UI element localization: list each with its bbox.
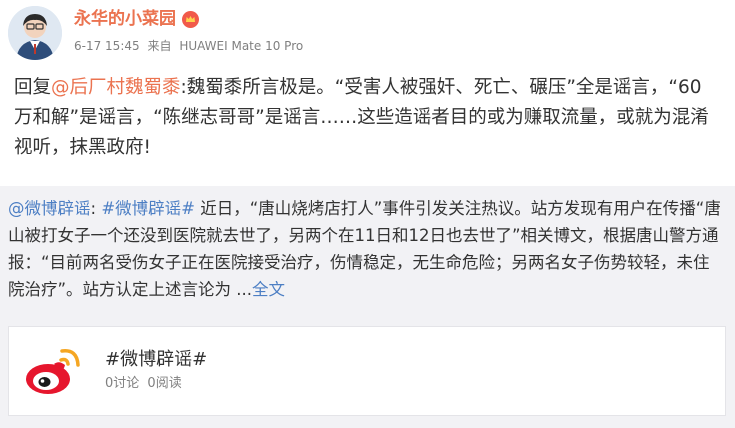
- topic-title[interactable]: #微博辟谣#: [105, 349, 207, 371]
- topic-card[interactable]: #微博辟谣# 0讨论 0阅读: [8, 326, 726, 416]
- post-date[interactable]: 6-17 15:45: [74, 39, 140, 53]
- author-name[interactable]: 永华的小菜园: [74, 8, 176, 30]
- full-text-link[interactable]: 全文: [252, 280, 285, 299]
- post-content: 回复@后厂村魏蜀黍:魏蜀黍所言极是。“受害人被强奸、死亡、碾压”全是谣言，“60…: [14, 73, 714, 163]
- vip-crown-badge-icon[interactable]: [182, 10, 199, 28]
- reply-prefix: 回复: [14, 77, 52, 98]
- post-header: 永华的小菜园 6-17 15:45 来自 HUAWEI Mate 10 Pro: [8, 6, 728, 64]
- retweet-author-link[interactable]: @微博辟谣: [8, 199, 91, 218]
- retweet-content: @微博辟谣: #微博辟谣# 近日，“唐山烧烤店打人”事件引发关注热议。站方发现有…: [8, 195, 722, 303]
- post-meta: 6-17 15:45 来自 HUAWEI Mate 10 Pro: [74, 38, 307, 54]
- author-row: 永华的小菜园: [74, 8, 199, 30]
- weibo-post: 永华的小菜园 6-17 15:45 来自 HUAWEI Mate 10 Pro …: [0, 0, 735, 428]
- from-label: 来自: [147, 39, 172, 53]
- mention-link[interactable]: @后厂村魏蜀黍: [51, 77, 181, 98]
- avatar[interactable]: [8, 6, 62, 60]
- weibo-logo-icon: [21, 337, 87, 403]
- retweet-block: @微博辟谣: #微博辟谣# 近日，“唐山烧烤店打人”事件引发关注热议。站方发现有…: [0, 186, 735, 428]
- retweet-hashtag-link[interactable]: #微博辟谣#: [101, 199, 195, 218]
- discussion-count: 0讨论: [105, 376, 140, 391]
- avatar-image: [8, 6, 62, 60]
- read-count: 0阅读: [147, 376, 182, 391]
- device-name: HUAWEI Mate 10 Pro: [179, 39, 304, 53]
- retweet-colon: :: [90, 199, 102, 218]
- topic-stats: 0讨论 0阅读: [105, 376, 186, 392]
